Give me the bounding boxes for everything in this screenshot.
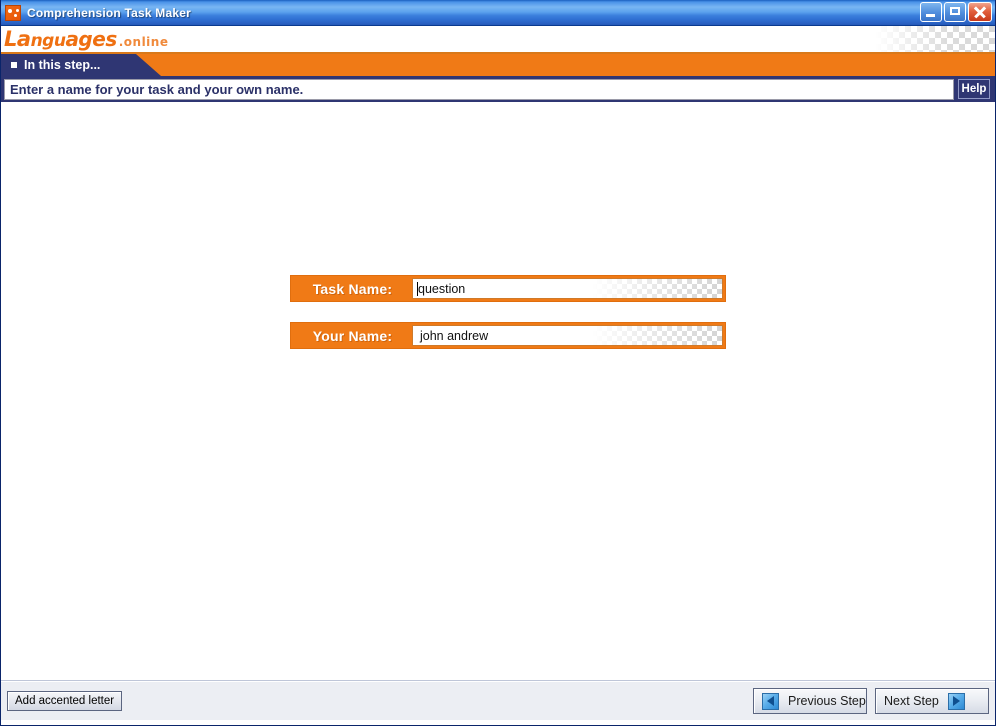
- application-window: Comprehension Task Maker Languages .onli…: [0, 0, 996, 726]
- close-icon[interactable]: [968, 2, 992, 22]
- step-banner: In this step...: [1, 54, 995, 76]
- previous-step-button[interactable]: Previous Step: [753, 688, 867, 714]
- minimize-icon[interactable]: [920, 2, 942, 22]
- arrow-right-icon: [947, 692, 965, 710]
- next-step-button[interactable]: Next Step: [875, 688, 989, 714]
- maximize-icon[interactable]: [944, 2, 966, 22]
- previous-step-label: Previous Step: [788, 694, 866, 708]
- app-icon: [5, 4, 21, 21]
- your-name-input[interactable]: john andrew: [412, 325, 723, 346]
- title-bar: Comprehension Task Maker: [1, 0, 995, 26]
- next-step-label: Next Step: [884, 694, 939, 708]
- task-name-value: question: [418, 281, 466, 296]
- arrow-left-icon: [762, 692, 779, 710]
- your-name-value: john andrew: [420, 328, 489, 343]
- step-banner-label-group: In this step...: [11, 54, 100, 76]
- your-name-label: Your Name:: [312, 327, 393, 344]
- logo-text-part-3: ages: [65, 26, 117, 51]
- bullet-square-icon: [11, 62, 17, 68]
- instruction-bar: Enter a name for your task and your own …: [1, 76, 995, 102]
- window-controls: [920, 2, 992, 22]
- instruction-text: Enter a name for your task and your own …: [10, 81, 304, 97]
- main-content-area: Task Name: question Your Name: john andr…: [1, 102, 995, 681]
- add-accented-letter-button[interactable]: Add accented letter: [7, 691, 123, 711]
- languages-online-logo: Languages .online: [4, 26, 168, 52]
- help-button[interactable]: Help: [958, 79, 990, 99]
- task-name-input[interactable]: question: [412, 278, 723, 299]
- navigation-button-group: Previous Step Next Step: [753, 688, 989, 714]
- task-name-label: Task Name:: [312, 280, 393, 297]
- logo-subtext: .online: [118, 35, 169, 49]
- footer-toolbar: Add accented letter Previous Step Next S…: [1, 681, 995, 720]
- logo-text-part-2: ngu: [30, 30, 66, 51]
- transparency-checker-pattern: [592, 279, 722, 298]
- logo-text-part-1: La: [4, 26, 31, 51]
- your-name-field-row: Your Name: john andrew: [290, 322, 726, 349]
- transparency-checker-pattern: [875, 26, 995, 52]
- transparency-checker-pattern: [592, 326, 722, 345]
- window-title: Comprehension Task Maker: [27, 5, 191, 20]
- instruction-text-field: Enter a name for your task and your own …: [4, 78, 954, 100]
- step-banner-label: In this step...: [24, 58, 101, 72]
- task-details-form: Task Name: question Your Name: john andr…: [290, 275, 726, 369]
- task-name-field-row: Task Name: question: [290, 275, 726, 302]
- branding-bar: Languages .online: [1, 26, 995, 54]
